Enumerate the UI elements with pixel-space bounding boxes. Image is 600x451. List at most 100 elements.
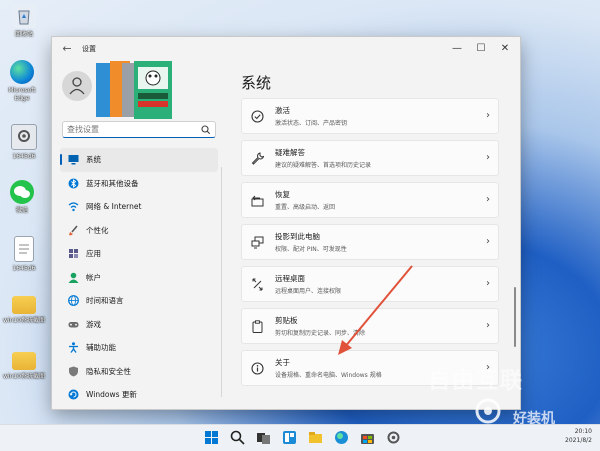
sidebar-item-privacy[interactable]: 隐私和安全性 [60,360,218,384]
card-description: 权限、配对 PIN、可发现性 [275,246,347,253]
card-title: 远程桌面 [275,274,305,283]
update-icon [68,389,79,400]
search-box[interactable] [62,121,216,138]
clock-time: 20:10 [574,428,592,435]
widgets-icon[interactable] [282,430,297,445]
account-icon [68,272,79,283]
chevron-right-icon: › [486,278,490,289]
sidebar-nav: 系统 蓝牙和其他设备 网络 & Internet 个性化 应用 帐户 时间和语言 [60,148,218,407]
clipboard-icon [252,320,263,333]
card-description: 设备规格、重命名电脑、Windows 规格 [275,372,382,379]
text-file-icon [14,236,34,262]
setting-card-troubleshoot[interactable]: 疑难解答 建议的疑难解答、首选项和历史记录 › [241,140,499,176]
brush-icon [69,224,78,235]
desktop-icon-edge[interactable]: Microsoft Edge [0,60,44,103]
chevron-right-icon: › [486,110,490,121]
clock-date: 2021/8/2 [565,437,592,444]
page-title: 系统 [241,74,272,92]
sidebar-item-system[interactable]: 系统 [60,148,218,172]
card-title: 投影到此电脑 [275,232,320,241]
bluetooth-icon [68,178,79,188]
sidebar-item-apps[interactable]: 应用 [60,242,218,266]
desktop-icon-text-file[interactable]: 1645d6 [2,236,46,273]
recovery-icon [251,195,264,207]
sidebar-item-label: Windows 更新 [86,390,137,399]
wifi-icon [68,202,79,212]
desktop-icon-folder-1[interactable]: win10系统截图 [2,292,46,325]
remote-desktop-icon [252,278,263,291]
monitor-icon [68,155,79,165]
card-title: 关于 [275,358,290,367]
card-title: 激活 [275,106,290,115]
file-explorer-icon[interactable] [308,430,323,445]
search-icon[interactable] [230,430,245,445]
annotation-arrow [338,265,413,355]
project-icon [251,236,264,249]
search-icon [201,125,210,134]
sidebar-item-personalization[interactable]: 个性化 [60,219,218,243]
folder-icon [12,352,36,370]
sidebar-item-label: 时间和语言 [86,296,124,305]
sidebar-item-label: 帐户 [86,272,101,282]
card-title: 剪贴板 [275,316,298,325]
folder-icon [12,296,36,314]
maximize-button[interactable]: ☐ [470,40,492,58]
sidebar-item-label: 网络 & Internet [86,202,142,211]
setting-card-activation[interactable]: 激活 激活状态、订阅、产品密钥 › [241,98,499,134]
sidebar-item-label: 辅助功能 [86,343,116,352]
search-input[interactable] [67,123,197,136]
task-view-icon[interactable] [256,430,271,445]
sidebar-item-label: 应用 [86,249,101,258]
apps-icon [69,249,78,258]
settings-icon[interactable] [386,430,401,445]
info-icon [251,362,264,375]
sidebar-item-label: 游戏 [86,319,101,329]
card-description: 重置、高级启动、返回 [275,204,336,211]
card-title: 恢复 [275,190,290,199]
close-button[interactable]: ✕ [494,40,516,58]
avatar[interactable] [62,71,92,101]
sidebar-item-windows-update[interactable]: Windows 更新 [60,383,218,407]
store-icon[interactable] [360,430,375,445]
wrench-icon [251,152,264,165]
sidebar-item-accessibility[interactable]: 辅助功能 [60,336,218,360]
wechat-icon [10,180,34,204]
sidebar-item-network[interactable]: 网络 & Internet [60,195,218,219]
sidebar-item-gaming[interactable]: 游戏 [60,313,218,337]
edge-icon[interactable] [334,430,349,445]
system-clock[interactable]: 20:10 2021/8/2 [565,427,592,445]
pane-divider [221,167,222,397]
back-arrow-icon[interactable]: ← [60,42,74,56]
sidebar-item-label: 个性化 [86,225,109,235]
card-title: 疑难解答 [275,148,305,157]
settings-shortcut-icon [11,124,37,150]
accessibility-icon [69,342,78,353]
chevron-right-icon: › [486,320,490,331]
desktop-icon-recycle-bin[interactable]: 回收站 [2,4,46,39]
globe-clock-icon [68,295,79,306]
chevron-right-icon: › [486,194,490,205]
card-description: 激活状态、订阅、产品密钥 [275,120,348,127]
window-title: 设置 [82,45,96,53]
sidebar-item-time-language[interactable]: 时间和语言 [60,289,218,313]
sidebar-item-label: 蓝牙和其他设备 [86,178,139,188]
sidebar-item-label: 系统 [86,155,101,164]
setting-card-project-to-pc[interactable]: 投影到此电脑 权限、配对 PIN、可发现性 › [241,224,499,260]
setting-card-recovery[interactable]: 恢复 重置、高级启动、返回 › [241,182,499,218]
minimize-button[interactable]: — [446,40,468,58]
sidebar-item-accounts[interactable]: 帐户 [60,266,218,290]
watermark-text: 自由互联 [428,369,525,394]
windows-start-icon[interactable] [204,430,219,445]
title-bar: ← 设置 — ☐ ✕ [52,37,520,61]
sidebar-item-bluetooth[interactable]: 蓝牙和其他设备 [60,172,218,196]
check-circle-icon [251,110,264,123]
scrollbar[interactable] [514,287,516,347]
sidebar-item-label: 隐私和安全性 [86,366,131,376]
user-icon [69,77,85,95]
chevron-right-icon: › [486,152,490,163]
gamepad-icon [68,321,79,327]
desktop-icon-settings-shortcut[interactable]: 1645d6 [2,124,46,161]
desktop-icon-wechat[interactable]: 微信 [0,180,44,215]
brand-logo-icon [475,398,501,424]
desktop-icon-folder-2[interactable]: win10系统截图 [2,348,46,381]
